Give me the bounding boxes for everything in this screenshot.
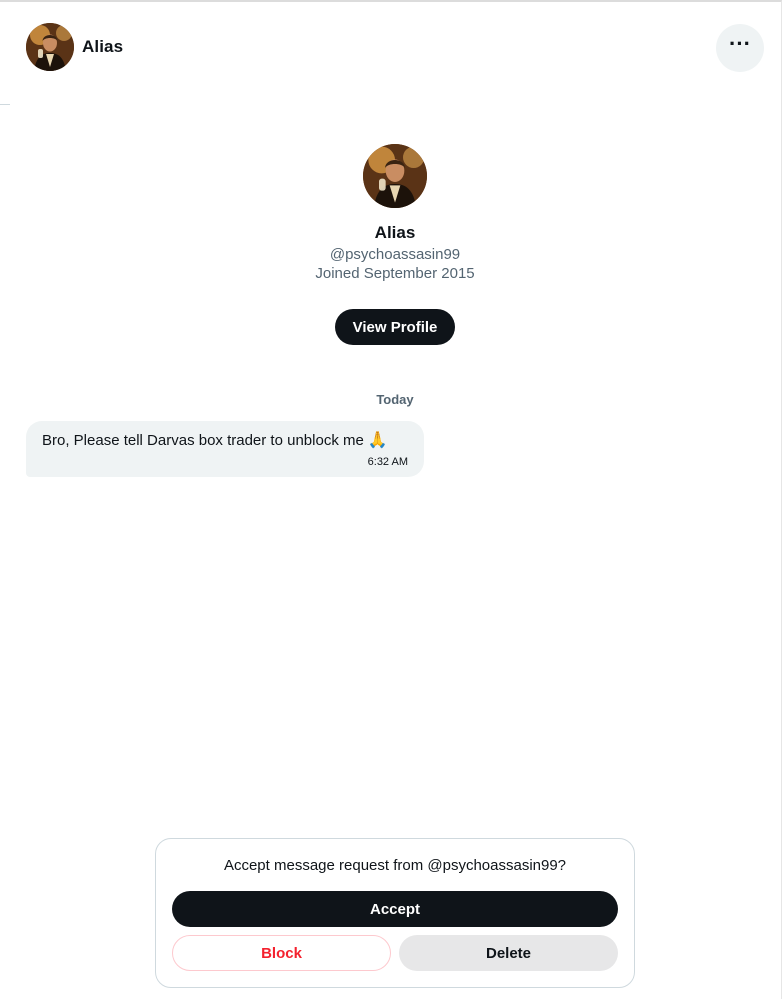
view-profile-button[interactable]: View Profile [335,309,455,345]
message-text: Bro, Please tell Darvas box trader to un… [42,430,408,450]
message-body: Bro, Please tell Darvas box trader to un… [42,432,364,449]
dm-conversation-window: Alias ··· Alias @psychoassasin99 Joined … [0,0,782,999]
profile-display-name: Alias [374,223,416,242]
conversation-header: Alias ··· [0,2,781,98]
delete-button[interactable]: Delete [399,935,618,971]
header-display-name[interactable]: Alias [82,37,123,57]
folded-hands-emoji-icon: 🙏 [367,432,388,449]
profile-avatar[interactable] [363,144,427,208]
more-horizontal-icon: ··· [729,31,751,56]
profile-summary: Alias @psychoassasin99 Joined September … [0,142,782,282]
avatar[interactable] [26,23,74,71]
avatar-photo-icon [26,23,74,71]
avatar-photo-icon [363,144,427,208]
more-options-button[interactable]: ··· [716,24,764,72]
message-request-panel: Accept message request from @psychoassas… [155,838,635,988]
profile-handle: @psychoassasin99 [329,246,461,263]
divider [0,104,10,105]
profile-joined-date: Joined September 2015 [315,265,475,282]
request-prompt: Accept message request from @psychoassas… [223,857,567,874]
message-timestamp: 6:32 AM [367,456,408,468]
accept-button[interactable]: Accept [172,891,618,927]
block-button[interactable]: Block [172,935,391,971]
message-bubble[interactable]: Bro, Please tell Darvas box trader to un… [26,421,424,477]
date-separator: Today [376,392,414,407]
